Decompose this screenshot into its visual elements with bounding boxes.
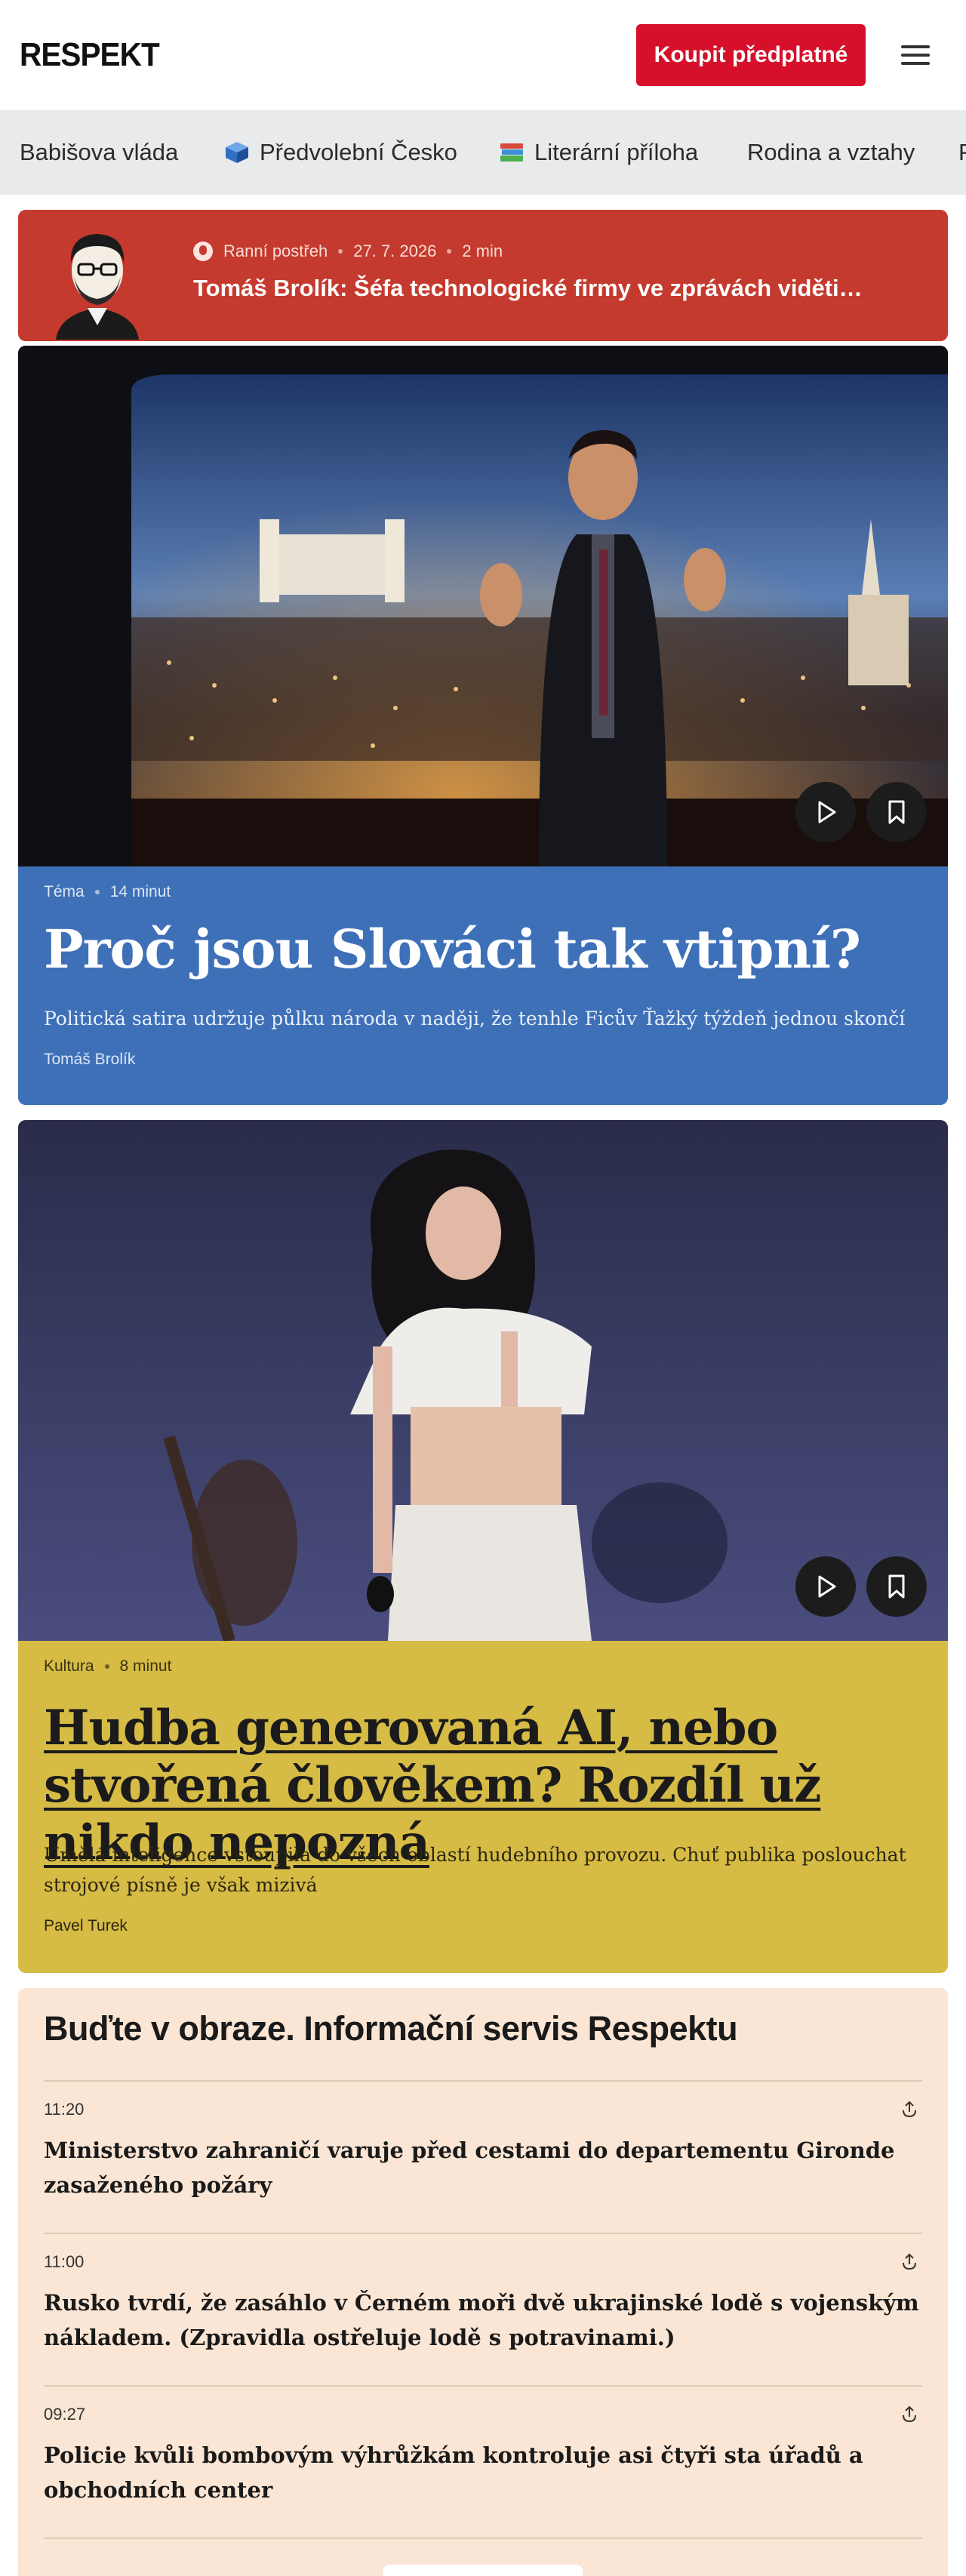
article-author[interactable]: Pavel Turek [44, 1917, 128, 1935]
topic-rodina-a-vztahy[interactable]: Rodina a vztahy [747, 110, 915, 195]
news-title[interactable]: Rusko tvrdí, že zasáhlo v Černém moři dv… [44, 2285, 922, 2355]
topic-nav: Babišova vláda Předvolební Česko Literár… [0, 110, 966, 195]
bookmark-icon [888, 1574, 905, 1599]
article-headline[interactable]: Proč jsou Slováci tak vtipní? [44, 919, 919, 980]
bookmark-button[interactable] [866, 1556, 927, 1617]
separator-dot [104, 1664, 109, 1669]
news-service-title: Buďte v obraze. Informační servis Respek… [44, 2009, 738, 2048]
topic-label: P [958, 139, 966, 166]
topic-label: Babišova vláda [20, 139, 179, 165]
books-icon [498, 140, 525, 165]
podcast-duration: 2 min [462, 242, 503, 260]
separator-dot [447, 249, 452, 254]
topic-literarni-priloha[interactable]: Literární příloha [498, 110, 698, 195]
bookmark-icon [888, 800, 905, 824]
article-perex: Politická satira udržuje půlku národa v … [44, 1008, 906, 1029]
article-image[interactable] [18, 346, 948, 866]
share-icon[interactable] [900, 2100, 919, 2119]
news-item[interactable]: 11:20 Ministerstvo zahraničí varuje před… [44, 2080, 922, 2233]
hamburger-icon[interactable] [898, 38, 933, 72]
news-service-box: Buďte v obraze. Informační servis Respek… [18, 1988, 948, 2576]
topic-predvolebni-cesko[interactable]: Předvolební Česko [223, 110, 457, 195]
more-news-button[interactable] [383, 2565, 583, 2576]
article-card[interactable]: Téma 14 minut Proč jsou Slováci tak vtip… [18, 346, 948, 1105]
podcast-title[interactable]: Tomáš Brolík: Šéfa technologické firmy v… [193, 275, 863, 302]
podcast-meta: Ranní postřeh 27. 7. 2026 2 min [193, 242, 503, 261]
play-icon [818, 801, 836, 823]
separator-dot [94, 890, 100, 894]
article-card[interactable]: Kultura 8 minut Hudba generovaná AI, neb… [18, 1120, 948, 1973]
news-title[interactable]: Policie kvůli bombovým výhrůžkám kontrol… [44, 2438, 922, 2507]
article-read-time: 14 minut [109, 883, 171, 900]
news-time: 09:27 [44, 2405, 86, 2424]
topic-next[interactable]: P [958, 110, 966, 195]
podcast-banner[interactable]: Ranní postřeh 27. 7. 2026 2 min Tomáš Br… [18, 210, 948, 341]
share-icon[interactable] [900, 2405, 919, 2424]
play-button[interactable] [795, 782, 856, 842]
podcast-icon [193, 242, 213, 261]
article-section[interactable]: Kultura [44, 1657, 94, 1676]
topic-label: Literární příloha [534, 139, 699, 165]
play-icon [818, 1575, 836, 1598]
bookmark-button[interactable] [866, 782, 927, 842]
share-icon[interactable] [900, 2252, 919, 2272]
topic-babisova-vlada[interactable]: Babišova vláda [20, 110, 178, 195]
topic-label: Předvolební Česko [260, 139, 457, 165]
article-image[interactable] [18, 1120, 948, 1641]
article-meta: Kultura 8 minut [44, 1657, 171, 1676]
subscribe-button[interactable]: Koupit předplatné [636, 24, 866, 86]
article-author[interactable]: Tomáš Brolík [44, 1051, 135, 1069]
article-read-time: 8 minut [119, 1657, 172, 1675]
ballot-box-icon [223, 140, 251, 165]
news-item[interactable]: 11:00 Rusko tvrdí, že zasáhlo v Černém m… [44, 2233, 922, 2385]
news-time: 11:20 [44, 2100, 85, 2119]
podcast-date: 27. 7. 2026 [353, 242, 437, 260]
news-item[interactable]: 09:27 Policie kvůli bombovým výhrůžkám k… [44, 2385, 922, 2538]
topic-label: Rodina a vztahy [747, 139, 915, 165]
site-header: RESPEKT Koupit předplatné [0, 0, 966, 110]
respekt-logo[interactable]: RESPEKT [20, 36, 160, 74]
podcast-show: Ranní postřeh [223, 242, 328, 260]
article-perex: Umělá inteligence vstoupila do všech obl… [44, 1844, 906, 1896]
news-title[interactable]: Ministerstvo zahraničí varuje před cesta… [44, 2133, 922, 2202]
article-meta: Téma 14 minut [44, 883, 171, 901]
author-portrait [41, 223, 154, 340]
article-section[interactable]: Téma [44, 883, 85, 901]
news-time: 11:00 [44, 2252, 85, 2271]
play-button[interactable] [795, 1556, 856, 1617]
separator-dot [338, 249, 343, 254]
